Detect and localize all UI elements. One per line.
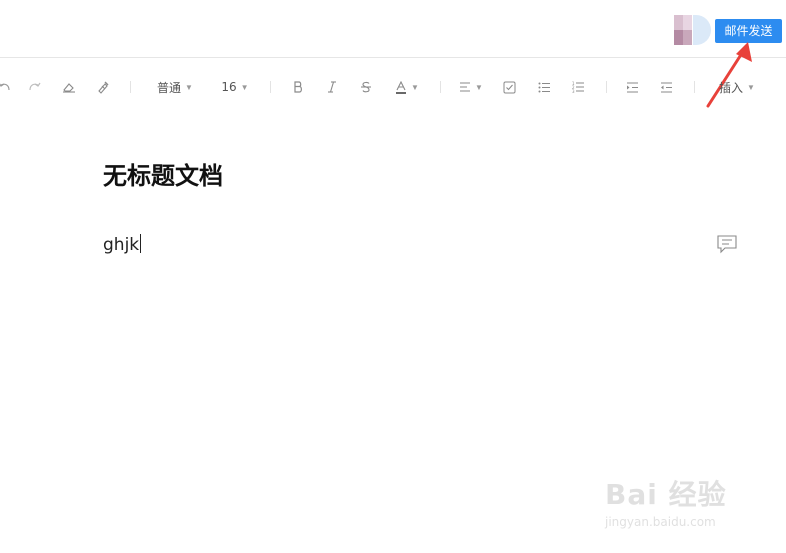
redo-icon[interactable]	[24, 72, 46, 102]
editor-toolbar: 普通 ▼ 16 ▼ ▼ ▼ 123 插入 ▼	[0, 72, 786, 102]
bold-icon[interactable]	[288, 72, 308, 102]
italic-icon[interactable]	[322, 72, 342, 102]
watermark-url: jingyan.baidu.com	[605, 515, 716, 529]
format-painter-icon[interactable]	[92, 72, 114, 102]
chevron-down-icon: ▼	[240, 82, 249, 92]
font-size-value: 16	[221, 80, 237, 94]
undo-icon[interactable]	[0, 72, 14, 102]
indent-decrease-icon[interactable]	[656, 72, 676, 102]
text-cursor	[140, 234, 142, 253]
avatar[interactable]	[674, 15, 692, 45]
insert-menu[interactable]: 插入 ▼	[712, 72, 762, 102]
document-title[interactable]: 无标题文档	[103, 158, 223, 194]
send-email-button[interactable]: 邮件发送	[715, 19, 782, 43]
baidu-jingyan-watermark: Bai 经验 jingyan.baidu.com	[585, 465, 765, 545]
font-size-select[interactable]: 16 ▼	[215, 72, 255, 102]
top-header: 邮件发送	[0, 0, 786, 58]
paragraph-style-value: 普通	[157, 80, 182, 95]
checkbox-list-icon[interactable]	[499, 72, 519, 102]
chevron-down-icon: ▼	[185, 82, 193, 92]
collaborator-avatar[interactable]	[693, 15, 711, 45]
document-body[interactable]: ghjk	[103, 233, 142, 257]
eraser-icon[interactable]	[58, 72, 80, 102]
font-color-icon[interactable]: ▼	[390, 72, 424, 102]
align-icon[interactable]: ▼	[456, 72, 486, 102]
bullet-list-icon[interactable]	[534, 72, 554, 102]
svg-text:3: 3	[572, 89, 575, 93]
comment-icon[interactable]	[716, 234, 738, 254]
paragraph-style-select[interactable]: 普通 ▼	[150, 72, 200, 102]
body-text: ghjk	[103, 235, 140, 255]
strikethrough-icon[interactable]	[356, 72, 376, 102]
chevron-down-icon: ▼	[747, 82, 755, 92]
watermark-logo: Bai 经验	[605, 478, 727, 511]
numbered-list-icon[interactable]: 123	[568, 72, 588, 102]
insert-label: 插入	[719, 80, 744, 95]
indent-increase-icon[interactable]	[622, 72, 642, 102]
